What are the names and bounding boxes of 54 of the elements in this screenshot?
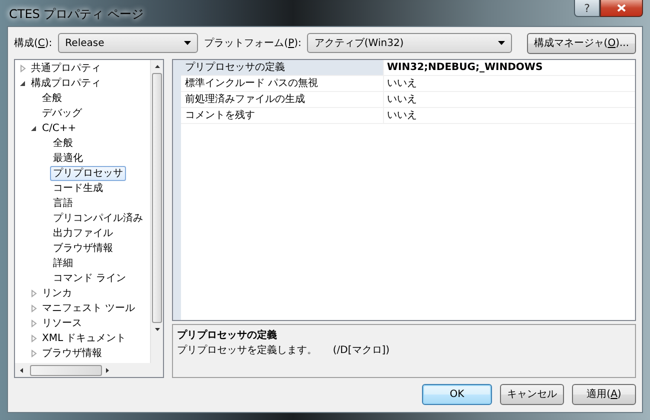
tree-item[interactable]: ブラウザ情報 [50, 241, 116, 256]
tree-item[interactable]: プリコンパイル済み [50, 211, 146, 226]
tree-item[interactable]: コマンド ライン [50, 271, 130, 286]
description-title: プリプロセッサの定義 [177, 328, 278, 343]
platform-dropdown[interactable]: アクティブ(Win32) [307, 33, 512, 53]
tree-item[interactable]: 出力ファイル [50, 226, 116, 241]
close-button[interactable] [600, 0, 643, 17]
collapsed-arrow-icon[interactable] [29, 349, 39, 358]
tree-item[interactable]: C/C++ [39, 121, 80, 136]
horizontal-scrollbar[interactable] [15, 363, 163, 377]
tree-item[interactable]: XML ドキュメント [39, 331, 130, 346]
property-value[interactable]: いいえ [384, 92, 417, 107]
tree-item[interactable]: 共通プロパティ [28, 61, 104, 76]
help-button[interactable]: ? [574, 0, 600, 17]
property-value[interactable]: いいえ [384, 76, 417, 91]
tree-item[interactable]: プリプロセッサ [50, 166, 126, 181]
collapsed-arrow-icon[interactable] [29, 304, 39, 313]
config-manager-button[interactable]: 構成マネージャ(O)... [526, 32, 636, 54]
configuration-dropdown[interactable]: Release [58, 33, 198, 53]
property-value[interactable]: いいえ [384, 108, 417, 123]
tree-item[interactable]: 全般 [39, 91, 65, 106]
close-icon [617, 4, 626, 12]
property-name[interactable]: プリプロセッサの定義 [181, 60, 384, 75]
tree-item[interactable]: リソース [39, 316, 85, 331]
tree-item[interactable]: 構成プロパティ [28, 76, 104, 91]
dialog-button[interactable]: キャンセル [500, 384, 564, 405]
window-title: CTES プロパティ ページ [8, 6, 144, 23]
collapsed-arrow-icon[interactable] [18, 64, 28, 73]
dialog-button[interactable]: OK [422, 384, 492, 405]
expanded-arrow-icon[interactable] [29, 124, 39, 133]
property-name[interactable]: 前処理済みファイルの生成 [181, 92, 384, 107]
tree-item[interactable]: マニフェスト ツール [39, 301, 138, 316]
vertical-scrollbar[interactable] [150, 60, 163, 363]
configuration-label: 構成(C): [14, 36, 52, 50]
tree-item[interactable]: リンカ [39, 286, 75, 301]
tree-item[interactable]: 詳細 [50, 256, 76, 271]
tree-item[interactable]: ブラウザ情報 [39, 346, 105, 361]
tree-item[interactable]: コード生成 [50, 181, 106, 196]
collapsed-arrow-icon[interactable] [29, 319, 39, 328]
dialog-button[interactable]: 適用(A) [572, 384, 636, 405]
tree-item[interactable]: 全般 [50, 136, 76, 151]
tree-item[interactable]: 最適化 [50, 151, 86, 166]
property-name[interactable]: 標準インクルード パスの無視 [181, 76, 384, 91]
dropdown-arrow-icon [498, 41, 506, 45]
property-name[interactable]: コメントを残す [181, 108, 384, 123]
description-text: プリプロセッサを定義します。 (/D[マクロ]) [177, 344, 391, 358]
property-value[interactable]: WIN32;NDEBUG;_WINDOWS [384, 60, 543, 75]
collapsed-arrow-icon[interactable] [29, 289, 39, 298]
tree-item[interactable]: 言語 [50, 196, 76, 211]
dropdown-arrow-icon [184, 41, 192, 45]
expanded-arrow-icon[interactable] [18, 79, 28, 88]
platform-label: プラットフォーム(P): [204, 36, 302, 50]
tree-item[interactable]: デバッグ [39, 106, 85, 121]
collapsed-arrow-icon[interactable] [29, 334, 39, 343]
